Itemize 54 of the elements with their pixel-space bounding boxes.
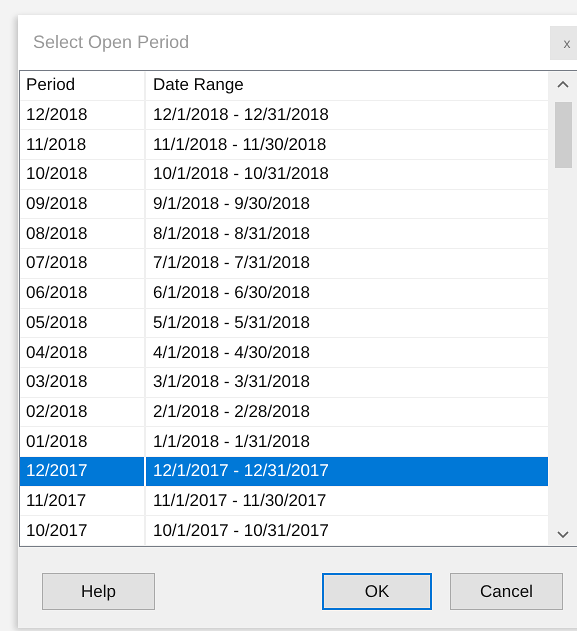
list-row[interactable]: 12/2017 12/1/2017 - 12/31/2017 [20, 456, 548, 487]
list-row[interactable]: 05/2018 5/1/2018 - 5/31/2018 [20, 308, 548, 338]
table-cell-text: 3/1/2018 - 3/31/2018 [152, 371, 311, 394]
list-row[interactable]: 10/2017 10/1/2017 - 10/31/2017 [20, 516, 548, 546]
table-cell-text: 12/1/2018 - 12/31/2018 [152, 104, 330, 126]
table-cell-text: 11/1/2018 - 11/30/2018 [152, 134, 328, 156]
table-cell-text: 7/1/2018 - 7/31/2018 [152, 252, 311, 274]
column-header[interactable]: Period [20, 71, 146, 100]
dialog-button[interactable]: Cancel [450, 573, 563, 610]
scroll-down-icon[interactable] [557, 531, 569, 539]
table-cell-text: 1/1/2018 - 1/31/2018 [152, 430, 311, 453]
table-cell-text: 2/1/2018 - 2/28/2018 [152, 400, 311, 423]
table-cell: 02/2018 [20, 398, 146, 426]
table-cell: 08/2018 [20, 219, 146, 248]
list-row[interactable]: 04/2018 4/1/2018 - 4/30/2018 [20, 338, 548, 368]
table-cell-text: 5/1/2018 - 5/31/2018 [152, 312, 311, 334]
table-cell-text: 11/1/2017 - 11/30/2017 [152, 490, 328, 512]
list-row[interactable]: 02/2018 2/1/2018 - 2/28/2018 [20, 398, 548, 428]
table-cell: 11/2018 [20, 130, 146, 160]
table-cell: 03/2018 [20, 368, 146, 397]
table-cell-text: 8/1/2018 - 8/31/2018 [152, 222, 311, 245]
table-cell-text: 12/1/2017 - 12/31/2017 [152, 460, 330, 482]
table-cell-text: 4/1/2018 - 4/30/2018 [152, 342, 311, 364]
scrollbar[interactable] [548, 71, 577, 546]
scroll-thumb[interactable] [554, 102, 572, 168]
table-cell: 12/2017 [20, 456, 146, 486]
list-row[interactable]: 11/2017 11/1/2017 - 11/30/2017 [20, 486, 548, 516]
table-cell-text: 6/1/2018 - 6/30/2018 [152, 282, 311, 304]
table-cell: 07/2018 [20, 249, 146, 278]
table-cell: 10/2017 [20, 516, 146, 545]
list-row[interactable]: 12/2018 12/1/2018 - 12/31/2018 [20, 100, 548, 130]
list-row[interactable]: 07/2018 7/1/2018 - 7/31/2018 [20, 249, 548, 279]
close-button[interactable]: x [550, 26, 577, 60]
table-cell: 05/2018 [20, 308, 146, 338]
table-cell: 11/2017 [20, 486, 146, 516]
scroll-up-icon[interactable] [557, 80, 569, 88]
table-cell: 04/2018 [20, 338, 146, 367]
list-row[interactable]: 10/2018 10/1/2018 - 10/31/2018 [20, 160, 548, 190]
table-cell: 12/2018 [20, 100, 146, 130]
window-title: Select Open Period [33, 32, 190, 53]
list-row[interactable]: 11/2018 11/1/2018 - 11/30/2018 [20, 130, 548, 160]
list-row[interactable]: 06/2018 6/1/2018 - 6/30/2018 [20, 278, 548, 308]
table-cell-text: 9/1/2018 - 9/30/2018 [152, 193, 311, 216]
table-cell: 09/2018 [20, 190, 146, 218]
table-cell: 06/2018 [20, 278, 146, 308]
dialog-button[interactable]: Help [42, 573, 155, 610]
dialog-button[interactable]: OK [322, 573, 432, 610]
list-row[interactable]: 08/2018 8/1/2018 - 8/31/2018 [20, 219, 548, 250]
column-header[interactable]: Date Range [146, 71, 548, 100]
table-cell-text: 10/1/2018 - 10/31/2018 [152, 163, 330, 186]
list-row[interactable]: 09/2018 9/1/2018 - 9/30/2018 [20, 190, 548, 220]
table-cell: 10/2018 [20, 160, 146, 189]
table-cell-text: 10/1/2017 - 10/31/2017 [152, 520, 330, 542]
list-row[interactable]: 03/2018 3/1/2018 - 3/31/2018 [20, 368, 548, 398]
